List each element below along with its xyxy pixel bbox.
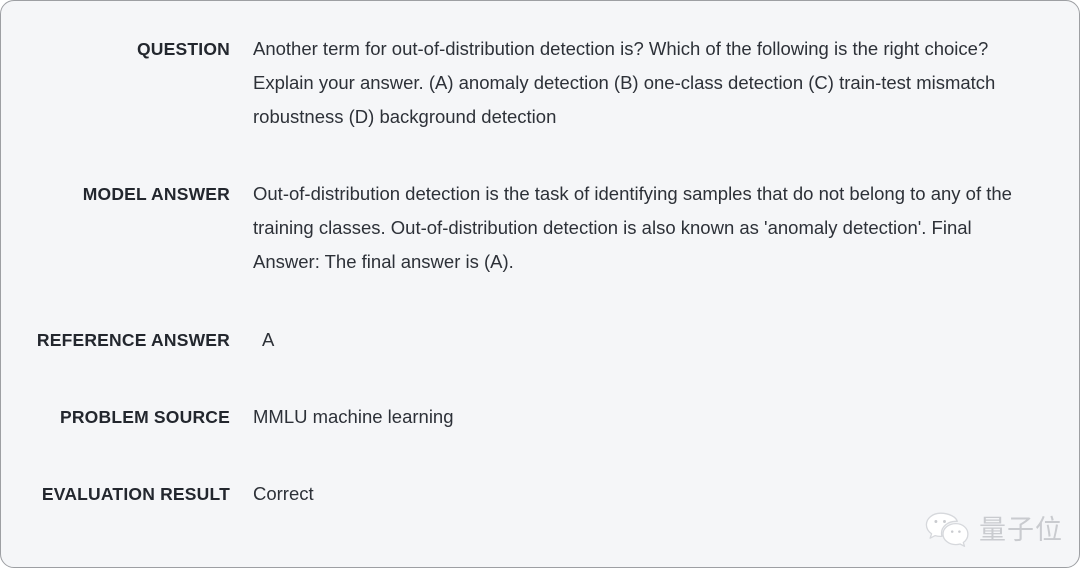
watermark: 量子位 [925,511,1063,549]
row-value-evaluation-result: Correct [253,483,314,504]
row-value-model-answer: Out-of-distribution detection is the tas… [253,183,1018,272]
row-label-reference-answer: REFERENCE ANSWER [36,330,230,350]
row-question: QUESTION Another term for out-of-distrib… [1,32,1079,134]
evaluation-record-card: QUESTION Another term for out-of-distrib… [0,0,1080,568]
watermark-text: 量子位 [979,514,1063,546]
row-evaluation-result: EVALUATION RESULT Correct [1,477,1079,511]
row-label-model-answer: MODEL ANSWER [82,184,230,204]
row-label-problem-source: PROBLEM SOURCE [59,407,230,427]
row-reference-answer: REFERENCE ANSWER A [1,323,1079,357]
row-model-answer: MODEL ANSWER Out-of-distribution detecti… [1,177,1079,279]
row-value-problem-source: MMLU machine learning [253,406,454,427]
row-value-question: Another term for out-of-distribution det… [253,38,1001,127]
wechat-icon [925,511,971,549]
row-label-question: QUESTION [137,39,230,59]
row-value-reference-answer: A [262,329,275,350]
row-label-evaluation-result: EVALUATION RESULT [41,484,230,504]
record-rows: QUESTION Another term for out-of-distrib… [1,1,1079,511]
row-problem-source: PROBLEM SOURCE MMLU machine learning [1,400,1079,434]
